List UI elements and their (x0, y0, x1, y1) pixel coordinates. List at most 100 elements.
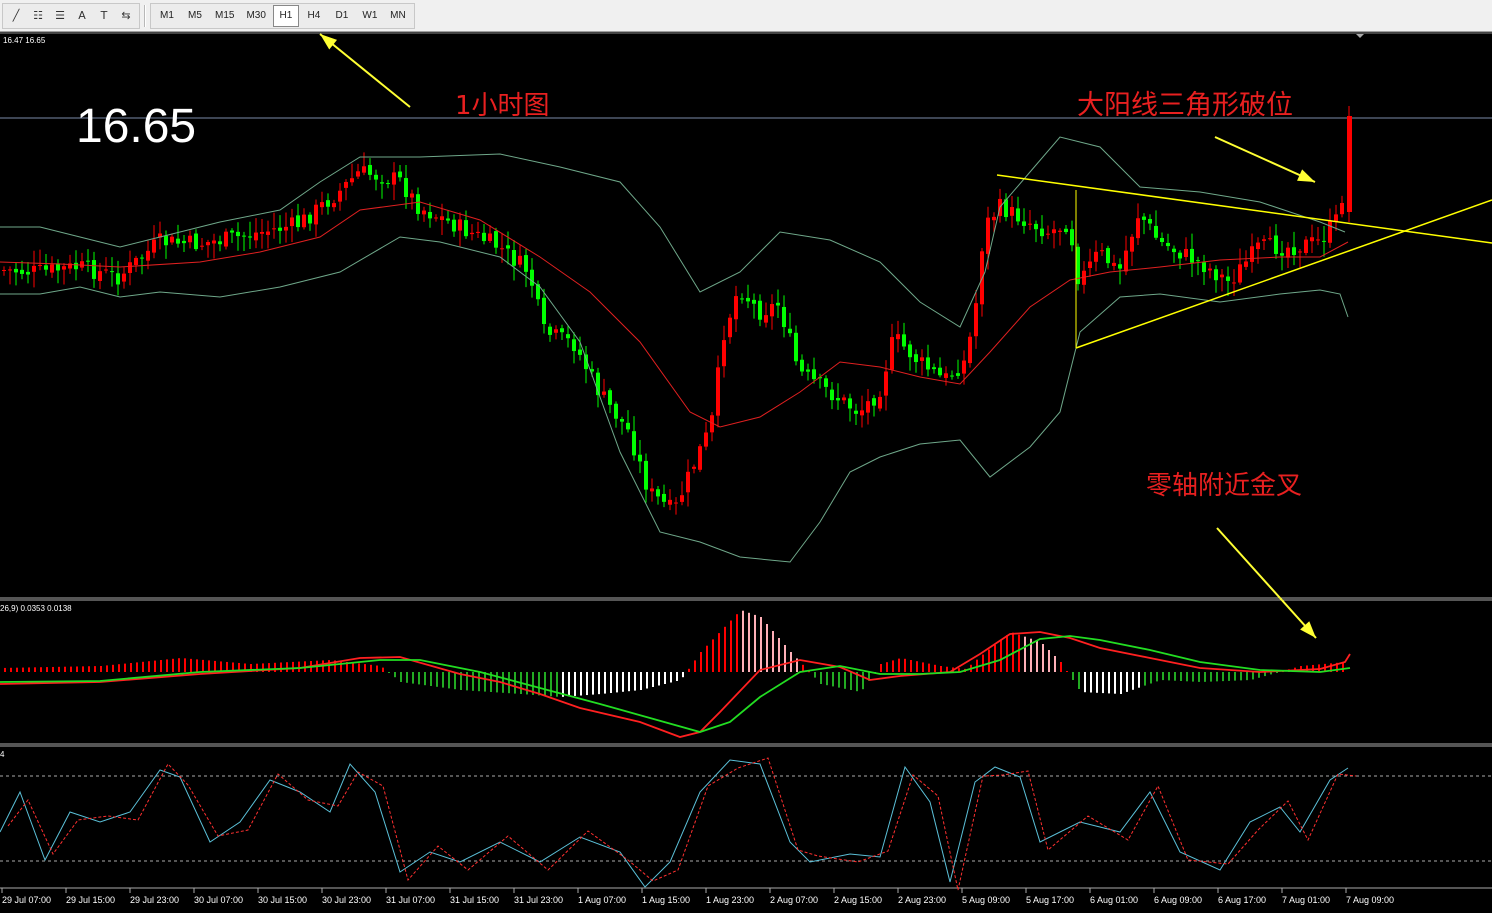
macd-histogram-bar (1186, 672, 1188, 682)
timeframe-m30-button[interactable]: M30 (241, 5, 270, 27)
candle-body (608, 390, 612, 405)
candle-body (1040, 228, 1044, 237)
macd-histogram-bar (664, 672, 666, 684)
candle-body (1208, 268, 1212, 271)
macd-histogram-bar (418, 672, 420, 685)
timeframe-arrow-head (320, 34, 338, 50)
candle-body (338, 190, 342, 202)
candle-body (284, 226, 288, 231)
macd-histogram-bar (472, 672, 474, 691)
candle-body (992, 216, 996, 221)
candle-body (116, 273, 120, 285)
candle-body (830, 389, 834, 401)
macd-histogram-bar (1084, 672, 1086, 693)
timeframe-m5-button[interactable]: M5 (182, 5, 208, 27)
macd-histogram-bar (64, 666, 66, 672)
candle-body (1178, 252, 1182, 259)
macd-histogram-bar (352, 662, 354, 672)
macd-histogram-bar (820, 672, 822, 684)
candle-body (182, 240, 186, 244)
macd-histogram-bar (1138, 672, 1140, 688)
timeframe-h1-button[interactable]: H1 (272, 4, 299, 27)
timeframe-m15-button[interactable]: M15 (210, 5, 239, 27)
candle-body (794, 332, 798, 362)
candle-body (1130, 236, 1134, 252)
candle-body (404, 178, 408, 198)
macd-histogram-bar (718, 633, 720, 672)
candle-body (914, 354, 918, 363)
candle-body (230, 230, 234, 233)
timeframe-m1-button[interactable]: M1 (154, 5, 180, 27)
candle-body (86, 260, 90, 262)
stoch-main-line (0, 759, 1349, 888)
candle-body (1100, 250, 1104, 252)
timeframe-w1-button[interactable]: W1 (357, 5, 383, 27)
macd-histogram-bar (364, 664, 366, 672)
candle-body (626, 422, 630, 430)
time-axis-label: 30 Jul 07:00 (194, 895, 243, 905)
macd-histogram-bar (214, 660, 216, 672)
candle-body (110, 271, 114, 273)
candle-body (1028, 223, 1032, 225)
macd-histogram-bar (826, 672, 828, 686)
stochastic-panel-group (0, 757, 1492, 891)
macd-histogram-bar (1096, 672, 1098, 693)
candle-body (1292, 247, 1296, 256)
macd-histogram-bar (1228, 672, 1230, 681)
macd-histogram-bar (1126, 672, 1128, 692)
macd-histogram-bar (1090, 672, 1092, 693)
candle-body (146, 250, 150, 261)
time-axis-label: 30 Jul 15:00 (258, 895, 307, 905)
candle-body (806, 369, 810, 372)
candle-body (1088, 261, 1092, 268)
candle-body (752, 299, 756, 304)
candle-body (572, 339, 576, 352)
candle-body (554, 329, 558, 333)
candle-body (680, 495, 684, 502)
candle-body (1010, 207, 1014, 216)
arrows-tool-icon[interactable]: ⇆ (115, 5, 137, 27)
macd-histogram-bar (424, 672, 426, 686)
timeframe-mn-button[interactable]: MN (385, 5, 411, 27)
fibonacci-fan-icon[interactable]: ☰ (49, 5, 71, 27)
macd-histogram-bar (274, 662, 276, 672)
macd-histogram-bar (910, 660, 912, 672)
macd-histogram-bar (610, 672, 612, 693)
macd-histogram-bar (622, 672, 624, 692)
stoch-signal-line (7, 757, 1357, 891)
macd-histogram-bar (1114, 672, 1116, 694)
text-label-tool-icon[interactable]: T (93, 5, 115, 27)
timeframe-d1-button[interactable]: D1 (329, 5, 355, 27)
macd-histogram-bar (166, 659, 168, 672)
candle-body (722, 340, 726, 367)
price-chart-svg[interactable]: 29 Jul 07:00 29 Jul 15:00 29 Jul 23:00 30 J… (0, 32, 1492, 913)
macd-histogram-bar (550, 672, 552, 697)
candle-body (698, 446, 702, 470)
candle-body (968, 336, 972, 364)
line-tool-icon[interactable]: ╱ (5, 5, 27, 27)
text-tool-icon[interactable]: A (71, 5, 93, 27)
macd-histogram-bar (640, 672, 642, 690)
time-axis-label: 31 Jul 15:00 (450, 895, 499, 905)
candle-body (1034, 223, 1038, 230)
macd-histogram-bar (1234, 672, 1236, 681)
fibonacci-tool-icon[interactable]: ☷ (27, 5, 49, 27)
candle-body (920, 357, 924, 361)
candle-body (14, 268, 18, 273)
macd-histogram-bar (106, 665, 108, 672)
candle-body (482, 232, 486, 242)
timeframe-h4-button[interactable]: H4 (301, 5, 327, 27)
macd-histogram-bar (508, 672, 510, 694)
time-axis-label: 1 Aug 15:00 (642, 895, 690, 905)
macd-histogram-bar (538, 672, 540, 696)
macd-histogram-bar (88, 666, 90, 672)
candle-body (1286, 247, 1290, 258)
chart-shift-marker[interactable] (1356, 34, 1364, 38)
candle-body (674, 502, 678, 504)
chart-area[interactable]: 29 Jul 07:00 29 Jul 15:00 29 Jul 23:00 30 J… (0, 32, 1492, 913)
macd-histogram-bar (1174, 672, 1176, 681)
macd-histogram-bar (376, 665, 378, 672)
annotation-timeframe: 1小时图 (455, 91, 550, 121)
macd-histogram-bar (1216, 672, 1218, 682)
candle-body (368, 164, 372, 175)
